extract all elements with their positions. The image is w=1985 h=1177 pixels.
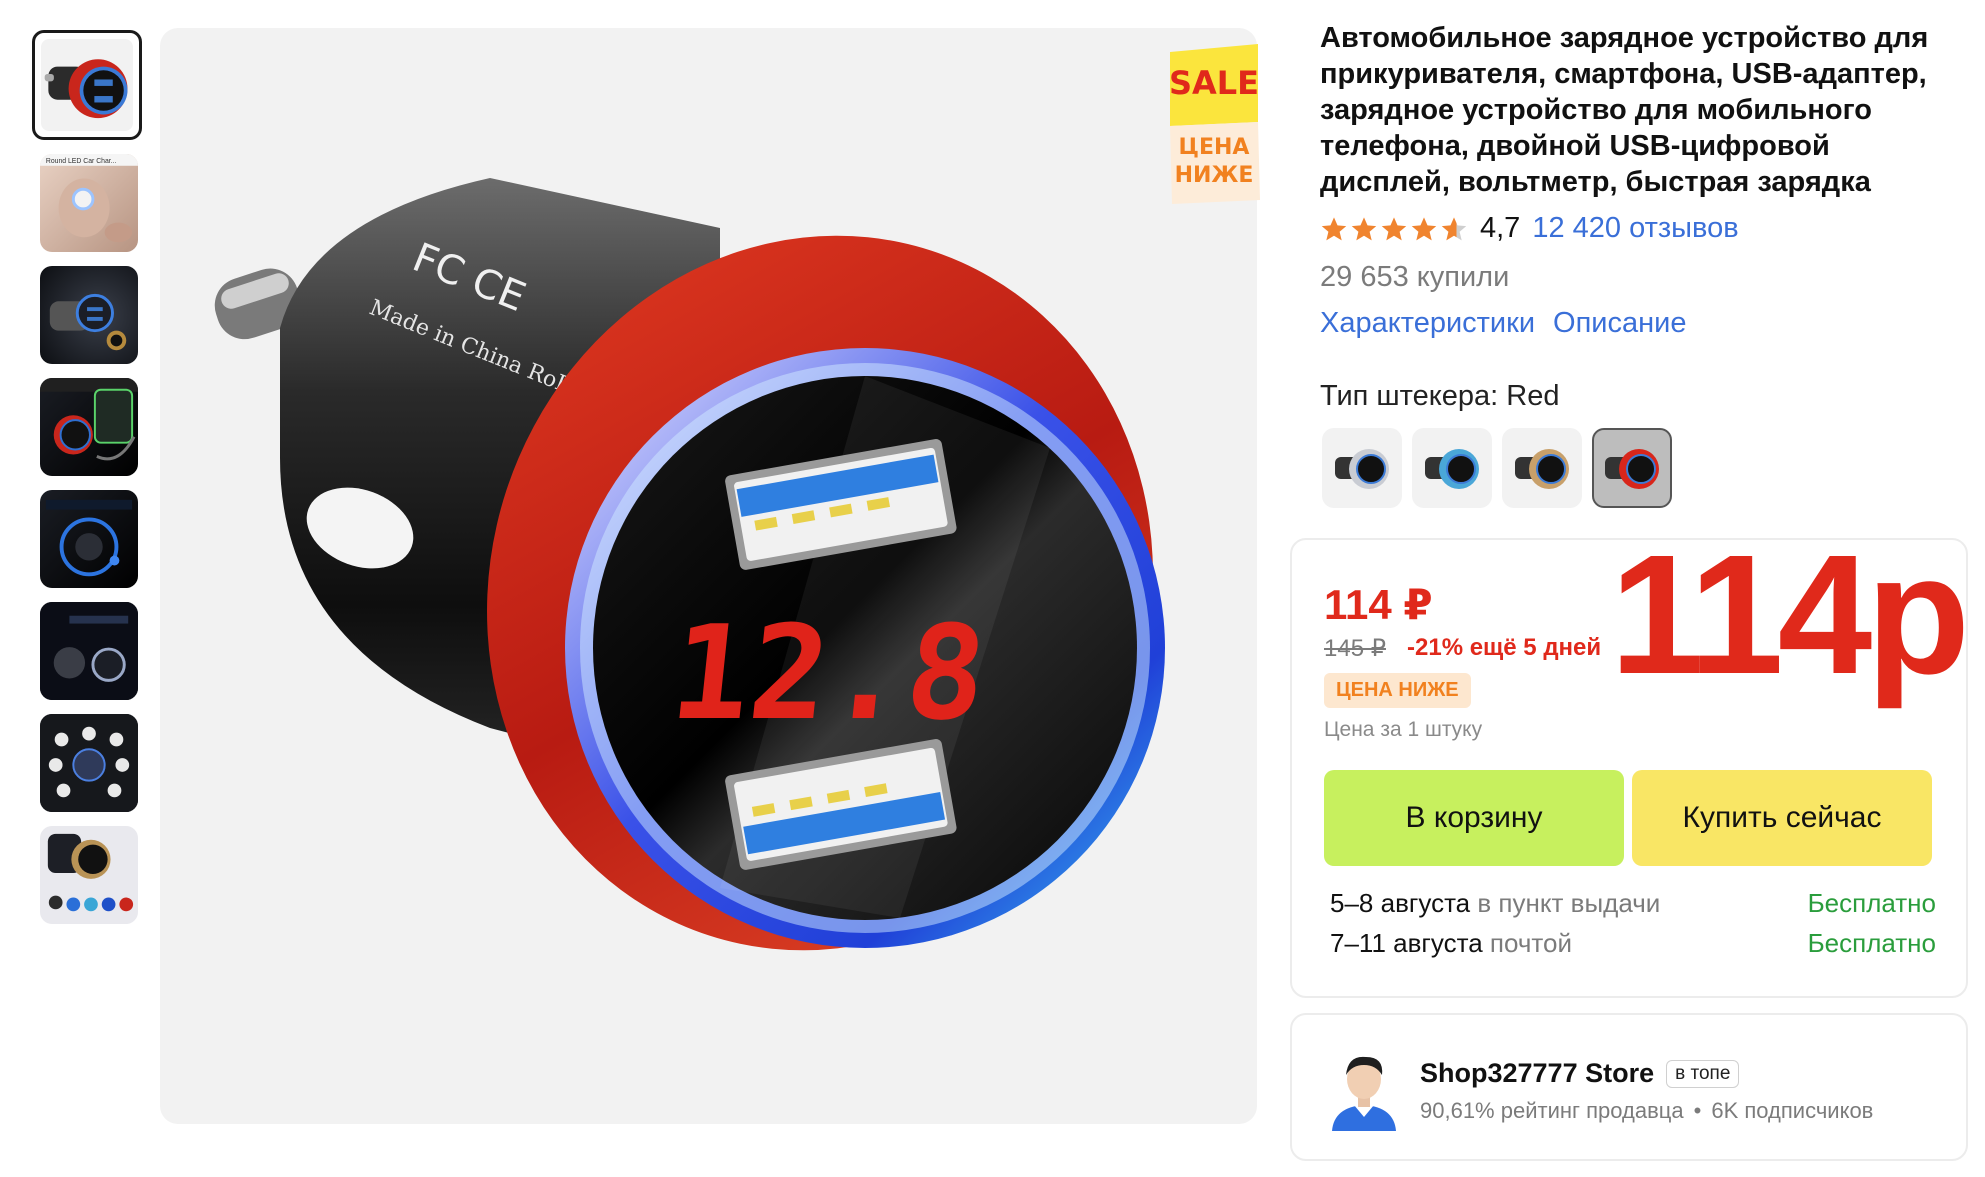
reviews-link[interactable]: 12 420 отзывов [1532,212,1738,245]
variant-selector [1322,428,1672,508]
thumbnail-6[interactable] [40,602,138,700]
delivery-method: в пункт выдачи [1470,888,1661,918]
product-title: Автомобильное зарядное устройство для пр… [1320,22,1929,198]
delivery-option-1: 5–8 августа в пункт выдачи Бесплатно [1330,888,1936,919]
star-half-icon [1441,216,1467,240]
seller-name[interactable]: Shop327777 Store [1420,1058,1654,1089]
sale-label: SALE [1170,64,1259,102]
info-links: Характеристики Описание [1320,307,1686,340]
separator-dot: • [1693,1098,1702,1123]
rating-row: 4,7 12 420 отзывов [1320,212,1739,245]
sale-line1: ЦЕНА [1179,135,1250,160]
thumbnail-1[interactable] [32,30,142,140]
delivery-cost: Бесплатно [1807,888,1936,918]
sale-badge: SALE ЦЕНА НИЖЕ [1169,44,1260,204]
characteristics-link[interactable]: Характеристики [1320,307,1535,340]
thumbnail-2[interactable]: Round LED Car Char... [40,154,138,252]
variant-red[interactable] [1592,428,1672,508]
thumbnail-caption: Round LED Car Char... [46,158,117,165]
main-product-image[interactable]: FC CE Made in China RoHS 12.8 [160,28,1257,1124]
seller-rating: 90,61% рейтинг продавца [1420,1098,1684,1123]
thumbnail-5[interactable] [40,490,138,588]
price-card: 114 ₽ 145 ₽ -21% ещё 5 дней 114р ЦЕНА НИ… [1290,530,1970,998]
sale-line2: НИЖЕ [1175,163,1254,188]
seller-avatar [1326,1045,1402,1131]
thumbnail-4[interactable] [40,378,138,476]
thumbnail-3[interactable] [40,266,138,364]
thumbnail-gallery: Round LED Car Char... [32,30,142,938]
current-price: 114 ₽ [1324,581,1433,628]
seller-meta: 90,61% рейтинг продавца • 6K подписчиков [1420,1098,1873,1124]
variant-silver[interactable] [1322,428,1402,508]
delivery-option-2: 7–11 августа почтой Бесплатно [1330,928,1936,959]
top-seller-badge: в топе [1666,1059,1740,1088]
lower-price-tag: ЦЕНА НИЖЕ [1324,673,1471,708]
old-price: 145 ₽ [1324,635,1386,662]
description-link[interactable]: Описание [1553,307,1686,340]
buy-now-button[interactable]: Купить сейчас [1632,770,1932,866]
delivery-date: 7–11 августа [1330,928,1483,958]
star-icon [1351,216,1377,240]
star-icon [1381,216,1407,240]
seller-card[interactable]: Shop327777 Store в топе 90,61% рейтинг п… [1290,1013,1968,1161]
delivery-cost: Бесплатно [1807,928,1936,958]
voltage-readout: 12.8 [664,597,993,749]
thumbnail-8[interactable] [40,826,138,924]
bought-count: 29 653 купили [1320,261,1510,293]
rating-value: 4,7 [1480,212,1521,244]
add-to-cart-button[interactable]: В корзину [1324,770,1624,866]
per-unit-label: Цена за 1 штуку [1324,718,1483,741]
price-overlay: 114р [1610,520,1970,710]
car-charger-illustration: FC CE Made in China RoHS 12.8 [214,178,1165,951]
seller-followers: 6K подписчиков [1711,1098,1874,1123]
thumbnail-7[interactable] [40,714,138,812]
star-rating [1320,215,1468,243]
delivery-date: 5–8 августа [1330,888,1471,918]
plug-type-label: Тип штекера: Red [1320,380,1560,412]
seller-name-row: Shop327777 Store в топе [1420,1058,1740,1089]
star-icon [1321,216,1347,240]
star-icon [1411,216,1437,240]
variant-blue[interactable] [1412,428,1492,508]
variant-gold[interactable] [1502,428,1582,508]
delivery-method: почтой [1482,928,1573,958]
discount-label: -21% ещё 5 дней [1407,634,1602,661]
